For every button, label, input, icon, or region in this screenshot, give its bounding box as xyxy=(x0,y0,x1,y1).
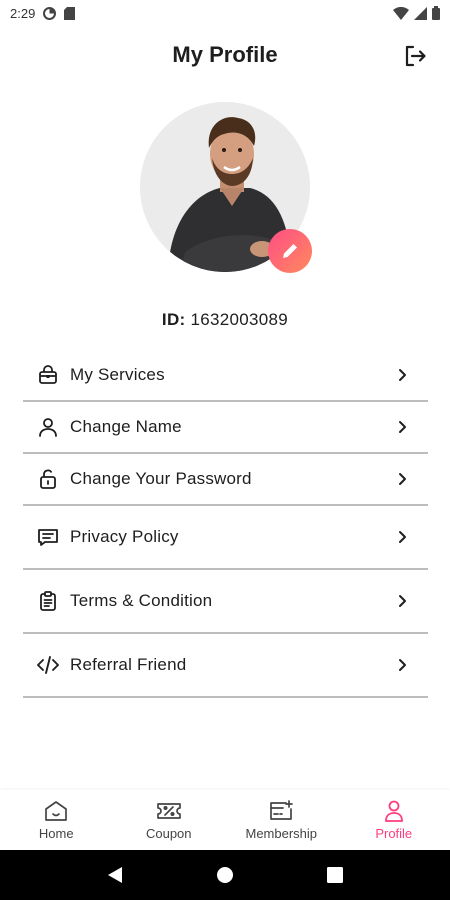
nav-label: Coupon xyxy=(145,826,192,841)
nav-item-profile[interactable]: Profile xyxy=(338,790,450,850)
signal-icon xyxy=(414,6,427,20)
logout-icon xyxy=(405,45,426,67)
menu-item-label: Change Your Password xyxy=(70,469,252,488)
pencil-icon xyxy=(283,244,297,258)
logout-button[interactable] xyxy=(402,43,428,69)
profile-icon xyxy=(384,800,403,822)
avatar-container xyxy=(140,102,312,273)
nav-item-coupon[interactable]: Coupon xyxy=(113,790,226,850)
bottom-nav: Home Coupon Membership Profile xyxy=(0,790,450,850)
home-button[interactable] xyxy=(205,855,245,895)
nav-label: Profile xyxy=(375,826,413,841)
user-icon xyxy=(36,415,60,439)
page-title: My Profile xyxy=(172,42,278,67)
chevron-right-icon xyxy=(399,531,406,543)
user-id: ID: 1632003089 xyxy=(0,310,450,330)
chevron-right-icon xyxy=(399,369,406,381)
coupon-icon xyxy=(156,803,181,819)
menu-item-privacy-policy[interactable]: Privacy Policy xyxy=(23,506,428,568)
edit-photo-button[interactable] xyxy=(268,229,312,273)
sd-card-icon xyxy=(64,6,76,20)
clipboard-icon xyxy=(36,589,60,613)
membership-card-icon xyxy=(270,800,294,820)
menu-item-label: Referral Friend xyxy=(70,655,187,674)
status-time: 2:29 xyxy=(10,5,36,21)
menu-item-my-services[interactable]: My Services xyxy=(23,350,428,400)
recents-button[interactable] xyxy=(315,855,355,895)
menu-item-change-password[interactable]: Change Your Password xyxy=(23,454,428,504)
menu-item-label: My Services xyxy=(70,365,165,384)
chevron-right-icon xyxy=(399,473,406,485)
status-bar: 2:29 xyxy=(0,0,450,26)
user-id-label: ID: xyxy=(161,310,186,329)
nav-label: Membership xyxy=(245,826,318,841)
divider xyxy=(23,696,428,698)
recents-square-icon xyxy=(327,867,343,883)
nav-item-membership[interactable]: Membership xyxy=(225,790,338,850)
user-id-value: 1632003089 xyxy=(190,310,289,329)
wifi-icon xyxy=(393,6,409,20)
menu-item-label: Privacy Policy xyxy=(70,527,179,546)
nav-label: Home xyxy=(38,826,74,841)
home-icon xyxy=(45,801,68,821)
chevron-right-icon xyxy=(399,595,406,607)
header: My Profile xyxy=(0,36,450,76)
back-triangle-icon xyxy=(108,867,122,883)
chevron-right-icon xyxy=(399,421,406,433)
data-saver-icon xyxy=(43,6,57,20)
menu-item-label: Change Name xyxy=(70,417,182,436)
lock-bag-icon xyxy=(36,363,60,387)
unlock-icon xyxy=(36,467,60,491)
home-circle-icon xyxy=(217,867,233,883)
menu-item-change-name[interactable]: Change Name xyxy=(23,402,428,452)
nav-item-home[interactable]: Home xyxy=(0,790,113,850)
menu-item-referral-friend[interactable]: Referral Friend xyxy=(23,634,428,696)
menu-item-label: Terms & Condition xyxy=(70,591,213,610)
chevron-right-icon xyxy=(399,659,406,671)
code-icon xyxy=(36,653,60,677)
message-icon xyxy=(36,525,60,549)
system-nav-bar xyxy=(0,850,450,900)
battery-icon xyxy=(432,6,440,20)
back-button[interactable] xyxy=(95,855,135,895)
menu-item-terms-condition[interactable]: Terms & Condition xyxy=(23,570,428,632)
